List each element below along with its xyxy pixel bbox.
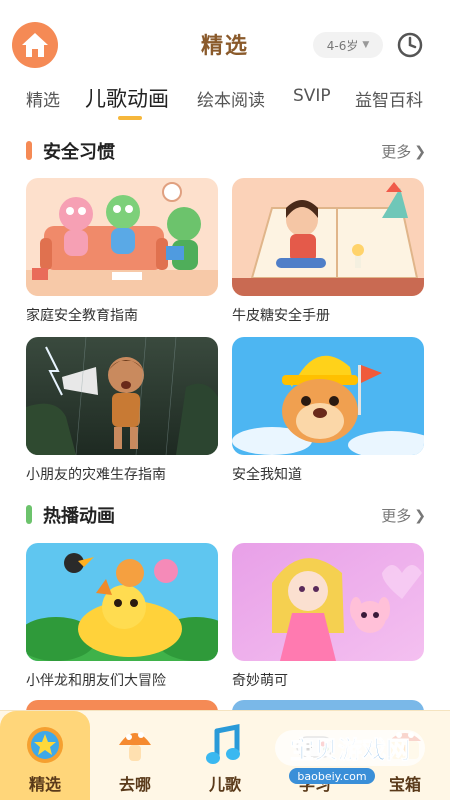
nav-label: 学习 xyxy=(298,775,331,794)
section-title: 热播动画 xyxy=(43,506,115,527)
tab-picture-books[interactable]: 绘本阅读 xyxy=(197,86,265,111)
bottom-nav: 精选 去哪 儿歌 学习 宝箱 xyxy=(0,710,450,800)
content-card[interactable]: 家庭安全教育指南 xyxy=(26,178,218,325)
card-thumbnail xyxy=(26,543,218,661)
section-accent-bar xyxy=(26,141,32,160)
card-title: 家庭安全教育指南 xyxy=(26,308,138,324)
more-link[interactable]: 更多 ❯ xyxy=(381,141,426,162)
card-thumbnail xyxy=(26,178,218,296)
age-selector[interactable]: 4-6岁 ▼ xyxy=(313,32,383,58)
nav-item-treasure[interactable]: 宝箱 xyxy=(360,711,450,800)
nav-label: 儿歌 xyxy=(208,775,241,794)
card-thumbnail xyxy=(232,178,424,296)
category-tabs: 精选 儿歌动画 绘本阅读 SVIP 益智百科 xyxy=(0,86,450,126)
age-label: 4-6岁 xyxy=(326,38,359,53)
tab-featured[interactable]: 精选 xyxy=(26,86,60,111)
gamepad-icon xyxy=(296,736,334,758)
more-label: 更多 xyxy=(381,143,412,161)
content-card[interactable]: 牛皮糖安全手册 xyxy=(232,178,424,325)
tab-nursery-animation[interactable]: 儿歌动画 xyxy=(85,83,169,113)
tab-encyclopedia[interactable]: 益智百科 xyxy=(355,86,423,111)
card-title: 奇妙萌可 xyxy=(232,673,288,689)
nav-label: 宝箱 xyxy=(388,775,421,794)
clock-icon[interactable] xyxy=(396,31,424,59)
section-accent-bar xyxy=(26,505,32,524)
card-thumbnail xyxy=(232,337,424,455)
nav-item-explore[interactable]: 去哪 xyxy=(90,711,180,800)
chevron-right-icon: ❯ xyxy=(414,507,426,524)
card-thumbnail xyxy=(232,543,424,661)
card-thumbnail xyxy=(26,337,218,455)
nav-item-learn[interactable]: 学习 xyxy=(270,711,360,800)
star-icon xyxy=(27,727,63,763)
card-title: 安全我知道 xyxy=(232,467,302,483)
nav-item-featured[interactable]: 精选 xyxy=(0,711,90,800)
content-card[interactable]: 安全我知道 xyxy=(232,337,424,484)
nav-label: 精选 xyxy=(28,775,61,794)
nav-label: 去哪 xyxy=(118,775,151,794)
nav-item-songs[interactable]: 儿歌 xyxy=(180,711,270,800)
card-title: 小朋友的灾难生存指南 xyxy=(26,467,166,483)
caret-down-icon: ▼ xyxy=(362,40,370,50)
content-card[interactable]: 奇妙萌可 xyxy=(232,543,424,690)
card-title: 小伴龙和朋友们大冒险 xyxy=(26,673,166,689)
section-header-hot: 热播动画 更多 ❯ xyxy=(26,502,426,528)
active-tab-indicator xyxy=(118,116,142,120)
card-title: 牛皮糖安全手册 xyxy=(232,308,330,324)
chevron-right-icon: ❯ xyxy=(414,143,426,160)
mushroom-icon xyxy=(119,732,151,761)
tab-svip[interactable]: SVIP xyxy=(293,86,331,106)
content-card[interactable]: 小伴龙和朋友们大冒险 xyxy=(26,543,218,690)
content-card[interactable]: 小朋友的灾难生存指南 xyxy=(26,337,218,484)
music-note-icon xyxy=(206,723,240,764)
top-bar: 精选 4-6岁 ▼ xyxy=(0,0,450,90)
more-label: 更多 xyxy=(381,507,412,525)
section-title: 安全习惯 xyxy=(43,142,115,163)
section-header-safety: 安全习惯 更多 ❯ xyxy=(26,138,426,164)
more-link[interactable]: 更多 ❯ xyxy=(381,505,426,526)
treasure-icon xyxy=(389,732,421,759)
